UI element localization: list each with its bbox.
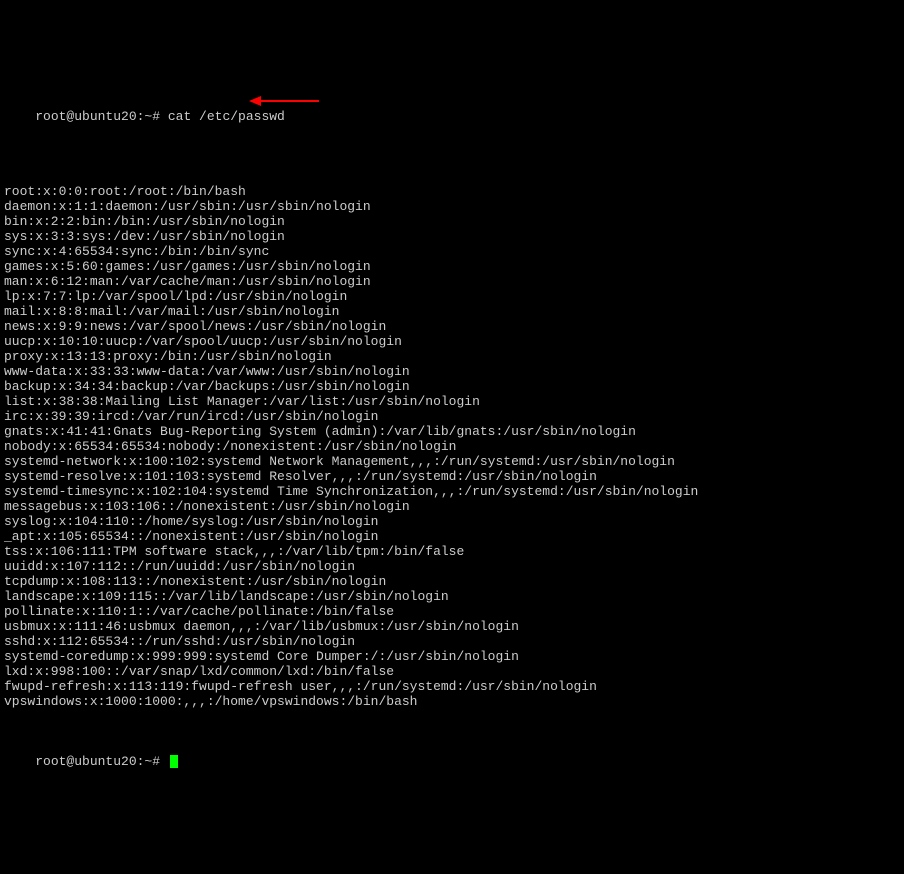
output-line: systemd-network:x:100:102:systemd Networ…: [4, 454, 900, 469]
output-line: list:x:38:38:Mailing List Manager:/var/l…: [4, 394, 900, 409]
output-line: man:x:6:12:man:/var/cache/man:/usr/sbin/…: [4, 274, 900, 289]
terminal-output[interactable]: root@ubuntu20:~# cat /etc/passwd root:x:…: [4, 64, 900, 799]
output-line: syslog:x:104:110::/home/syslog:/usr/sbin…: [4, 514, 900, 529]
output-line: proxy:x:13:13:proxy:/bin:/usr/sbin/nolog…: [4, 349, 900, 364]
file-contents: root:x:0:0:root:/root:/bin/bashdaemon:x:…: [4, 184, 900, 709]
arrow-annotation-icon: [249, 95, 319, 107]
output-line: systemd-coredump:x:999:999:systemd Core …: [4, 649, 900, 664]
output-line: systemd-resolve:x:101:103:systemd Resolv…: [4, 469, 900, 484]
output-line: games:x:5:60:games:/usr/games:/usr/sbin/…: [4, 259, 900, 274]
output-line: root:x:0:0:root:/root:/bin/bash: [4, 184, 900, 199]
output-line: lp:x:7:7:lp:/var/spool/lpd:/usr/sbin/nol…: [4, 289, 900, 304]
output-line: uuidd:x:107:112::/run/uuidd:/usr/sbin/no…: [4, 559, 900, 574]
output-line: usbmux:x:111:46:usbmux daemon,,,:/var/li…: [4, 619, 900, 634]
output-line: bin:x:2:2:bin:/bin:/usr/sbin/nologin: [4, 214, 900, 229]
output-line: vpswindows:x:1000:1000:,,,:/home/vpswind…: [4, 694, 900, 709]
output-line: _apt:x:105:65534::/nonexistent:/usr/sbin…: [4, 529, 900, 544]
next-prompt-line: root@ubuntu20:~#: [4, 739, 900, 784]
output-line: messagebus:x:103:106::/nonexistent:/usr/…: [4, 499, 900, 514]
shell-prompt: root@ubuntu20:~#: [35, 109, 168, 124]
output-line: backup:x:34:34:backup:/var/backups:/usr/…: [4, 379, 900, 394]
output-line: tcpdump:x:108:113::/nonexistent:/usr/sbi…: [4, 574, 900, 589]
output-line: tss:x:106:111:TPM software stack,,,:/var…: [4, 544, 900, 559]
output-line: news:x:9:9:news:/var/spool/news:/usr/sbi…: [4, 319, 900, 334]
command-line: root@ubuntu20:~# cat /etc/passwd: [4, 94, 900, 154]
output-line: sys:x:3:3:sys:/dev:/usr/sbin/nologin: [4, 229, 900, 244]
output-line: mail:x:8:8:mail:/var/mail:/usr/sbin/nolo…: [4, 304, 900, 319]
output-line: daemon:x:1:1:daemon:/usr/sbin:/usr/sbin/…: [4, 199, 900, 214]
output-line: www-data:x:33:33:www-data:/var/www:/usr/…: [4, 364, 900, 379]
output-line: gnats:x:41:41:Gnats Bug-Reporting System…: [4, 424, 900, 439]
output-line: fwupd-refresh:x:113:119:fwupd-refresh us…: [4, 679, 900, 694]
output-line: lxd:x:998:100::/var/snap/lxd/common/lxd:…: [4, 664, 900, 679]
output-line: landscape:x:109:115::/var/lib/landscape:…: [4, 589, 900, 604]
output-line: pollinate:x:110:1::/var/cache/pollinate:…: [4, 604, 900, 619]
output-line: irc:x:39:39:ircd:/var/run/ircd:/usr/sbin…: [4, 409, 900, 424]
terminal-cursor: [170, 755, 178, 768]
shell-prompt: root@ubuntu20:~#: [35, 754, 168, 769]
output-line: uucp:x:10:10:uucp:/var/spool/uucp:/usr/s…: [4, 334, 900, 349]
output-line: nobody:x:65534:65534:nobody:/nonexistent…: [4, 439, 900, 454]
entered-command: cat /etc/passwd: [168, 109, 285, 124]
output-line: sync:x:4:65534:sync:/bin:/bin/sync: [4, 244, 900, 259]
output-line: systemd-timesync:x:102:104:systemd Time …: [4, 484, 900, 499]
output-line: sshd:x:112:65534::/run/sshd:/usr/sbin/no…: [4, 634, 900, 649]
